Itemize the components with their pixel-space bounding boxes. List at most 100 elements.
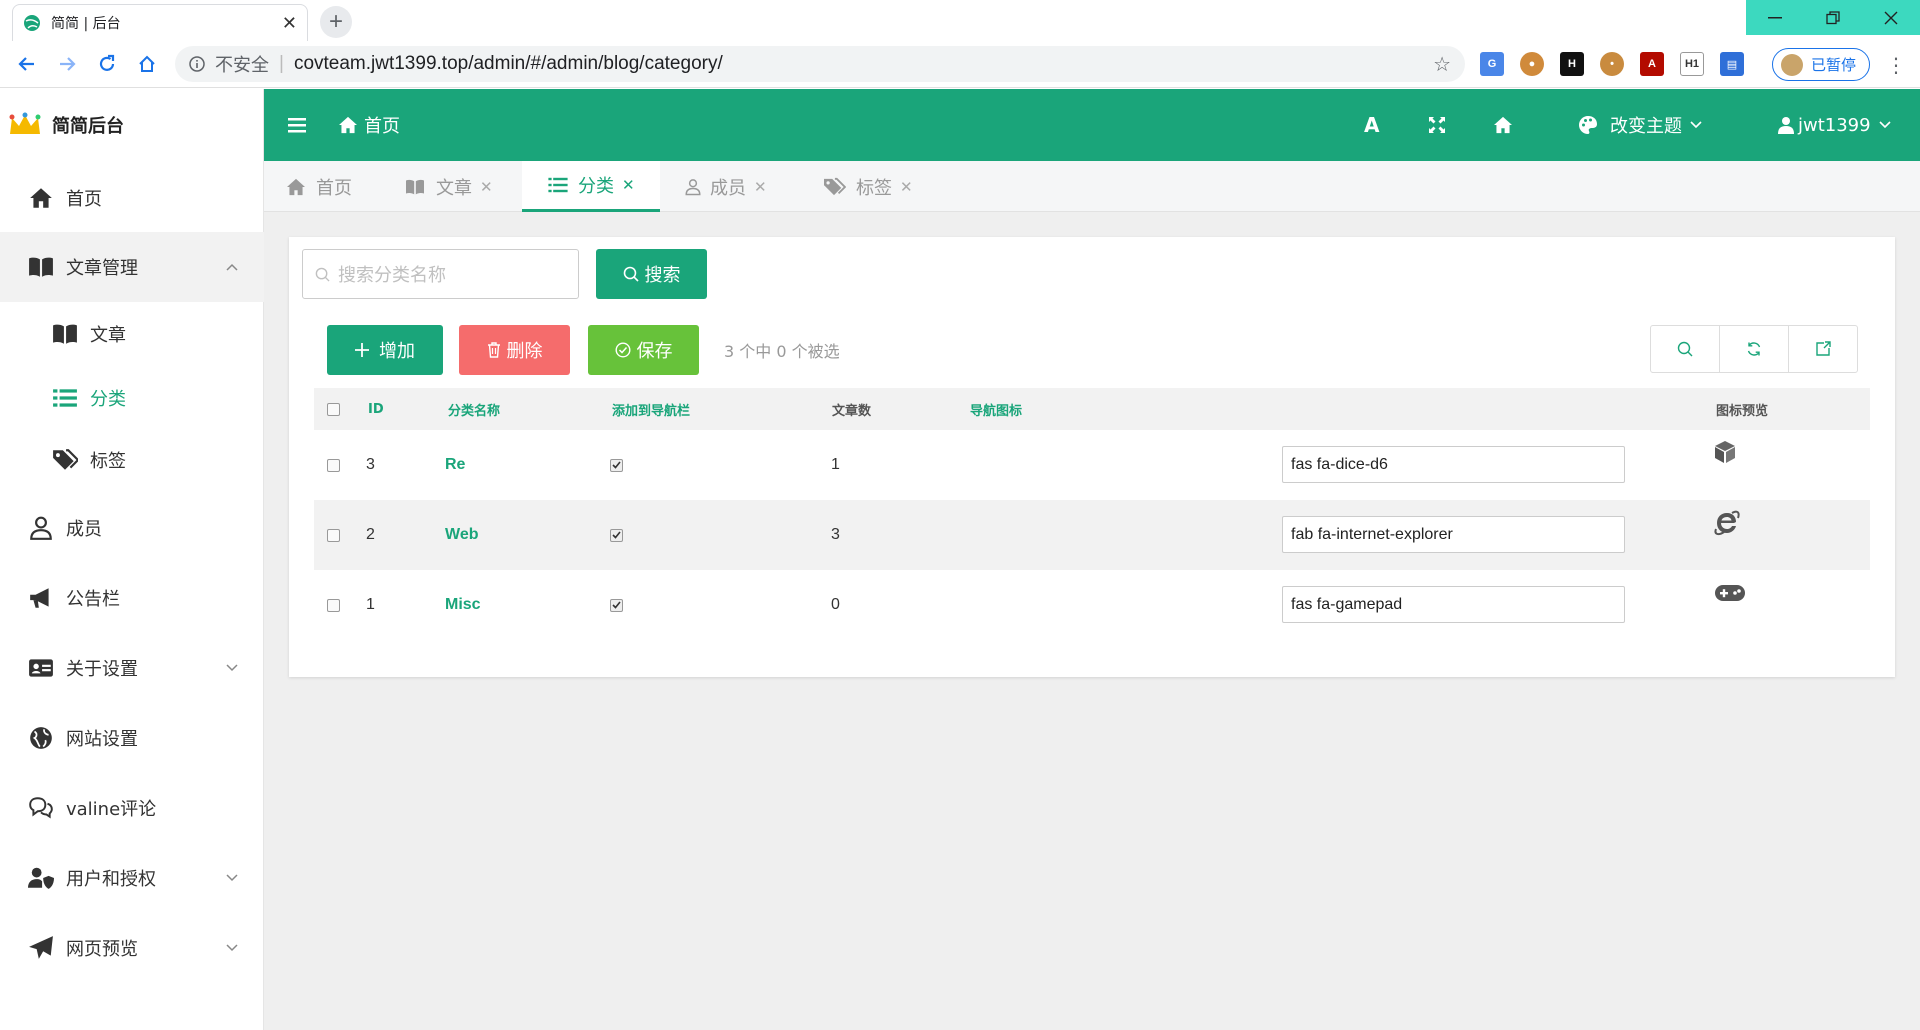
table-row[interactable]: 3 Re 1 fas fa-dice-d6 [314, 430, 1870, 500]
internet-explorer-icon [1714, 500, 1740, 570]
tab-category[interactable]: 分类 ✕ [522, 161, 660, 212]
table-search-button[interactable] [1650, 325, 1720, 373]
column-header-nav-icon[interactable]: 导航图标 [970, 388, 1022, 430]
sidebar-item-valine-comments[interactable]: valine评论 [0, 773, 264, 843]
sidebar-item-web-preview[interactable]: 网页预览 [0, 913, 264, 983]
new-tab-button[interactable]: + [320, 6, 352, 38]
refresh-button[interactable] [1719, 325, 1789, 373]
column-header-add-to-nav[interactable]: 添加到导航栏 [612, 388, 690, 430]
close-tab-icon[interactable]: ✕ [480, 178, 493, 196]
crown-icon [8, 112, 42, 138]
search-button-label: 搜索 [644, 265, 681, 286]
cookie-editor-icon[interactable]: • [1600, 52, 1624, 76]
back-button[interactable] [12, 49, 42, 79]
font-size-button[interactable]: A [1364, 89, 1379, 161]
logo[interactable]: 简简后台 [0, 89, 264, 161]
row-checkbox[interactable] [327, 500, 340, 570]
close-tab-icon[interactable]: ✕ [754, 178, 767, 196]
close-tab-icon[interactable]: ✕ [622, 176, 635, 194]
globe-favicon-icon [23, 14, 41, 32]
home-button[interactable] [132, 49, 162, 79]
tab-article[interactable]: 文章 ✕ [404, 161, 493, 212]
delete-button[interactable]: 删除 [459, 325, 570, 375]
row-checkbox[interactable] [327, 430, 340, 500]
restore-button[interactable] [1804, 0, 1862, 35]
row-article-count: 3 [831, 526, 840, 543]
column-header-name[interactable]: 分类名称 [448, 388, 500, 430]
url-text[interactable]: covteam.jwt1399.top/admin/#/admin/blog/c… [294, 53, 723, 75]
topbar-home-link[interactable]: 首页 [338, 89, 400, 161]
sidebar-item-label: 标签 [90, 451, 126, 472]
site-home-button[interactable] [1492, 89, 1514, 161]
nav-icon-input[interactable]: fab fa-internet-explorer [1282, 516, 1625, 553]
security-label: 不安全 [215, 55, 269, 76]
reload-button[interactable] [92, 49, 122, 79]
page-tabs-bar: 首页 文章 ✕ 分类 ✕ 成员 ✕ 标签 ✕ [264, 161, 1920, 212]
fullscreen-button[interactable] [1428, 89, 1446, 161]
table-row[interactable]: 2 Web 3 fab fa-internet-explorer [314, 500, 1870, 570]
export-button[interactable] [1788, 325, 1858, 373]
table-row[interactable]: 1 Misc 0 fas fa-gamepad [314, 570, 1870, 640]
tab-label: 首页 [316, 177, 352, 199]
nav-icon-input[interactable]: fas fa-dice-d6 [1282, 446, 1625, 483]
row-name[interactable]: Web [445, 500, 478, 570]
select-all-checkbox[interactable] [327, 388, 340, 430]
google-translate-icon[interactable]: G [1480, 52, 1504, 76]
sidebar-item-site-settings[interactable]: 网站设置 [0, 703, 264, 773]
close-tab-icon[interactable]: ✕ [900, 178, 913, 196]
forward-button[interactable] [52, 49, 82, 79]
user-dropdown[interactable]: jwt1399 [1778, 89, 1891, 161]
browser-menu-icon[interactable]: ⋮ [1884, 50, 1908, 80]
nav-icon-input[interactable]: fas fa-gamepad [1282, 586, 1625, 623]
save-button[interactable]: 保存 [588, 325, 699, 375]
close-window-button[interactable] [1862, 0, 1920, 35]
list-icon [548, 177, 568, 193]
minimize-button[interactable] [1746, 0, 1804, 35]
search-button[interactable]: 搜索 [596, 249, 707, 299]
theme-dropdown[interactable]: 改变主题 [1578, 89, 1702, 161]
close-tab-icon[interactable]: ✕ [282, 13, 297, 34]
nav-checkbox[interactable] [610, 500, 623, 570]
tab-tags[interactable]: 标签 ✕ [822, 161, 913, 212]
nav-checkbox[interactable] [610, 430, 623, 500]
sidebar-item-home[interactable]: 首页 [0, 163, 264, 233]
profile-paused-button[interactable]: 已暂停 [1772, 48, 1870, 81]
nav-checkbox[interactable] [610, 570, 623, 640]
reader-icon[interactable]: ▤ [1720, 52, 1744, 76]
username-label: jwt1399 [1798, 114, 1871, 136]
browser-tab[interactable]: 简简 | 后台 ✕ [12, 4, 308, 41]
menu-toggle-button[interactable] [288, 89, 306, 161]
search-icon [623, 266, 639, 282]
bullhorn-icon [30, 588, 49, 608]
row-checkbox[interactable] [327, 570, 340, 640]
sidebar-item-category[interactable]: 分类 [0, 366, 264, 430]
row-name[interactable]: Re [445, 430, 465, 500]
sidebar-item-article-management[interactable]: 文章管理 [0, 232, 264, 302]
sidebar-item-users-auth[interactable]: 用户和授权 [0, 843, 264, 913]
user-icon [685, 178, 701, 195]
tab-members[interactable]: 成员 ✕ [684, 161, 767, 212]
bookmark-star-icon[interactable]: ☆ [1433, 52, 1451, 77]
cookie-icon[interactable]: ● [1520, 52, 1544, 76]
pdf-icon[interactable]: A [1640, 52, 1664, 76]
search-input[interactable]: 搜索分类名称 [302, 249, 579, 299]
sidebar-item-tags[interactable]: 标签 [0, 428, 264, 492]
h1-icon[interactable]: H1 [1680, 52, 1704, 76]
sidebar-item-members[interactable]: 成员 [0, 493, 264, 563]
url-field[interactable]: 不安全 | covteam.jwt1399.top/admin/#/admin/… [175, 46, 1465, 82]
refresh-icon [1747, 342, 1761, 356]
row-name[interactable]: Misc [445, 570, 481, 640]
sidebar-item-label: valine评论 [66, 799, 157, 820]
book-open-icon [53, 324, 77, 344]
tab-home[interactable]: 首页 [286, 161, 352, 212]
add-button[interactable]: 增加 [327, 325, 443, 375]
sidebar-item-bulletin[interactable]: 公告栏 [0, 563, 264, 633]
app-topbar: 首页 A 改变主题 jwt1399 [264, 89, 1920, 161]
sidebar-item-article[interactable]: 文章 [0, 302, 264, 366]
column-header-id[interactable]: ID [368, 388, 384, 430]
h-icon[interactable]: H [1560, 52, 1584, 76]
sidebar-item-about-settings[interactable]: 关于设置 [0, 633, 264, 703]
info-icon[interactable] [189, 56, 205, 72]
font-icon: A [1364, 113, 1380, 137]
column-header-article-count: 文章数 [832, 403, 872, 419]
